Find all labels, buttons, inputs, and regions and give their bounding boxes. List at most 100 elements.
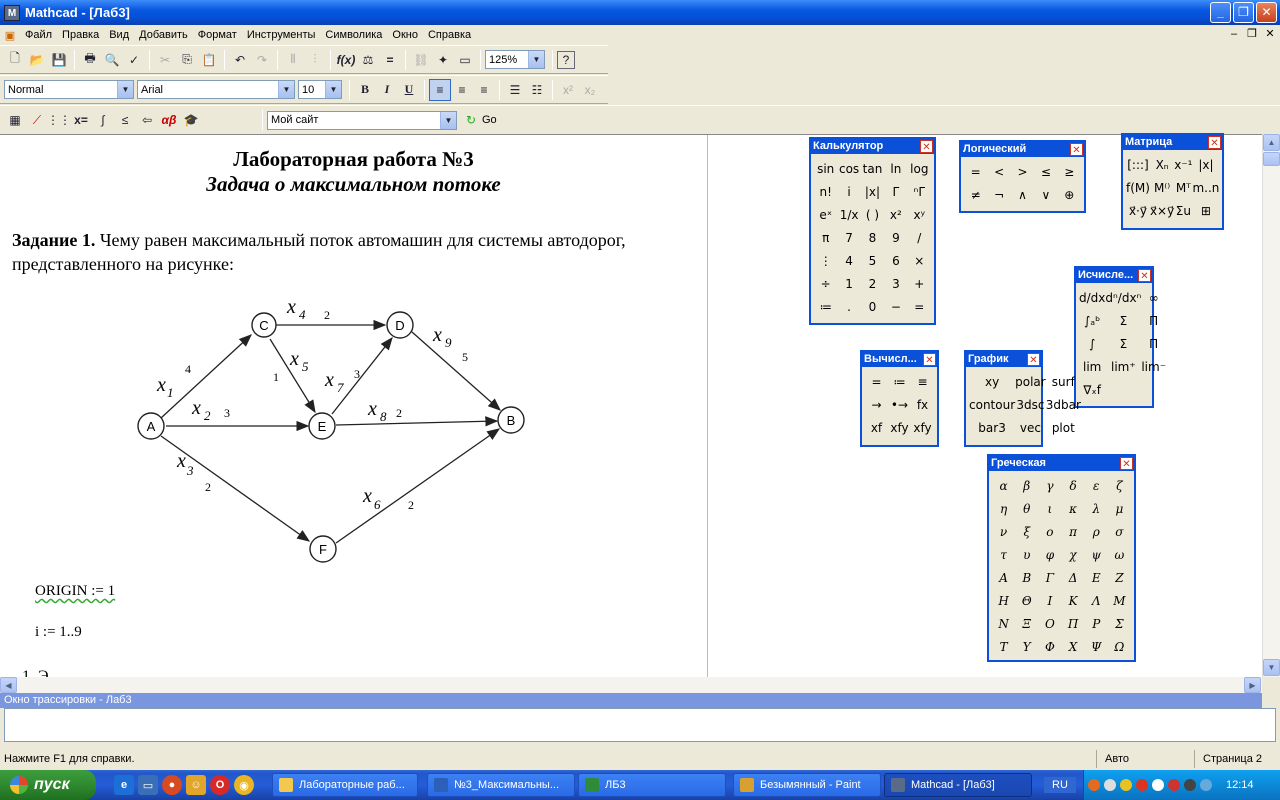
scroll-left-icon[interactable]: ◀ (0, 677, 17, 693)
palette-button[interactable]: Χ (1061, 635, 1084, 658)
palette-button[interactable]: fx (911, 393, 934, 416)
chevron-down-icon[interactable]: ▼ (325, 81, 341, 98)
matrix-toolbar-icon[interactable]: ⋮⋮ (47, 109, 71, 131)
doc-close-button[interactable]: ✕ (1262, 27, 1278, 41)
task-button-paint[interactable]: Безымянный - Paint (733, 773, 881, 797)
close-button[interactable]: ✕ (1256, 2, 1277, 23)
palette-button[interactable]: − (884, 295, 907, 318)
palette-button[interactable]: Φ (1038, 635, 1061, 658)
palette-button[interactable]: x⃗×y⃗ (1150, 199, 1174, 222)
boolean-toolbar-icon[interactable]: ≤ (114, 109, 136, 131)
align-right-icon[interactable]: ≡ (473, 79, 495, 101)
palette-button[interactable]: Ζ (1108, 566, 1131, 589)
palette-button[interactable]: ≥ (1058, 160, 1081, 183)
palette-button[interactable]: lim (1079, 355, 1105, 378)
palette-button[interactable]: 6 (884, 249, 907, 272)
media-icon[interactable]: ● (162, 775, 182, 795)
trace-window[interactable] (4, 708, 1276, 742)
palette-button[interactable]: 3 (884, 272, 907, 295)
palette-button[interactable]: φ (1038, 543, 1061, 566)
range-definition[interactable]: i := 1..9 (35, 624, 82, 641)
palette-button[interactable]: contour (969, 393, 1015, 416)
palette-button[interactable]: log (908, 157, 931, 180)
chevron-down-icon[interactable]: ▼ (440, 111, 456, 129)
palette-button[interactable]: Π (1141, 332, 1166, 355)
palette-button[interactable]: Xₙ (1150, 153, 1174, 176)
palette-button[interactable]: α (992, 474, 1015, 497)
palette-button[interactable]: Ε (1085, 566, 1108, 589)
palette-button[interactable]: ∫ₐᵇ (1079, 309, 1105, 332)
align-left-icon[interactable]: ≡ (429, 78, 451, 101)
palette-button[interactable]: ⁿΓ (908, 180, 931, 203)
symbolic-toolbar-icon[interactable]: 🎓 (180, 109, 202, 131)
task-button-word[interactable]: №3_Максимальны... (427, 773, 575, 797)
bold-button[interactable]: B (354, 79, 376, 101)
palette-button[interactable]: xy (969, 370, 1015, 393)
palette-button[interactable]: = (865, 370, 888, 393)
palette-button[interactable]: Ν (992, 612, 1015, 635)
menu-insert[interactable]: Добавить (134, 25, 193, 45)
palette-button[interactable]: xfy (888, 416, 911, 439)
address-select[interactable]: Мой сайт ▼ (267, 110, 457, 130)
resource-center-icon[interactable]: ▭ (454, 49, 476, 71)
undo-icon[interactable]: ↶ (229, 49, 251, 71)
palette-button[interactable]: x⁻¹ (1174, 153, 1192, 176)
task-button-excel[interactable]: ЛБ3 (578, 773, 726, 797)
device-tray-icon[interactable] (1184, 779, 1196, 791)
close-icon[interactable]: ✕ (1208, 136, 1221, 149)
palette-button[interactable]: 9 (884, 226, 907, 249)
close-icon[interactable]: ✕ (1070, 143, 1083, 156)
palette-button[interactable]: ψ (1085, 543, 1108, 566)
palette-button[interactable]: ¬ (987, 183, 1010, 206)
ie-icon[interactable]: e (114, 775, 134, 795)
palette-button[interactable]: μ (1108, 497, 1131, 520)
palette-button[interactable]: x² (884, 203, 907, 226)
palette-button[interactable]: ξ (1015, 520, 1038, 543)
palette-button[interactable]: n! (814, 180, 837, 203)
font-size-select[interactable]: 10 ▼ (298, 80, 342, 99)
palette-button[interactable]: Λ (1085, 589, 1108, 612)
palette-button[interactable]: ∞ (1141, 286, 1166, 309)
scroll-up-icon[interactable]: ▲ (1263, 134, 1280, 151)
palette-button[interactable]: Β (1015, 566, 1038, 589)
go-arrow-icon[interactable]: ↻ (460, 109, 482, 131)
palette-button[interactable]: η (992, 497, 1015, 520)
task-button-folder[interactable]: Лабораторные раб... (272, 773, 418, 797)
palette-button[interactable]: Σu (1174, 199, 1192, 222)
palette-button[interactable]: < (987, 160, 1010, 183)
palette-button[interactable]: dⁿ/dxⁿ (1105, 286, 1141, 309)
palette-button[interactable]: σ (1108, 520, 1131, 543)
palette-button[interactable]: •→ (888, 393, 911, 416)
menu-format[interactable]: Формат (193, 25, 242, 45)
palette-button[interactable]: bar3 (969, 416, 1015, 439)
numbering-icon[interactable]: ☷ (526, 79, 548, 101)
menu-file[interactable]: Файл (20, 25, 57, 45)
palette-button[interactable]: [:::] (1126, 153, 1150, 176)
palette-button[interactable]: ρ (1085, 520, 1108, 543)
palette-button[interactable]: = (908, 295, 931, 318)
component-wizard-icon[interactable]: ✦ (432, 49, 454, 71)
opera-icon[interactable]: O (210, 775, 230, 795)
palette-button[interactable]: ν (992, 520, 1015, 543)
palette-button[interactable]: ∧ (1011, 183, 1034, 206)
palette-button[interactable]: 4 (837, 249, 860, 272)
menu-tools[interactable]: Инструменты (242, 25, 321, 45)
clock[interactable]: 12:14 (1226, 779, 1254, 791)
antivirus-tray-icon[interactable] (1136, 779, 1148, 791)
minimize-button[interactable]: _ (1210, 2, 1231, 23)
palette-button[interactable]: υ (1015, 543, 1038, 566)
palette-title[interactable]: Вычисл... ✕ (862, 352, 937, 367)
palette-title[interactable]: Греческая ✕ (989, 456, 1134, 471)
subscript-icon[interactable]: x₂ (579, 79, 601, 101)
firefox-tray-icon[interactable] (1088, 779, 1100, 791)
palette-button[interactable]: ⋮ (814, 249, 837, 272)
palette-button[interactable]: Δ (1061, 566, 1084, 589)
palette-button[interactable]: Ρ (1085, 612, 1108, 635)
palette-button[interactable]: Τ (992, 635, 1015, 658)
palette-button[interactable]: Σ (1105, 332, 1141, 355)
mathcad-app-icon[interactable]: M (4, 4, 20, 21)
palette-button[interactable]: ε (1085, 474, 1108, 497)
palette-button[interactable]: > (1011, 160, 1034, 183)
palette-button[interactable]: π (1061, 520, 1084, 543)
spellcheck-icon[interactable]: ✓ (123, 49, 145, 71)
